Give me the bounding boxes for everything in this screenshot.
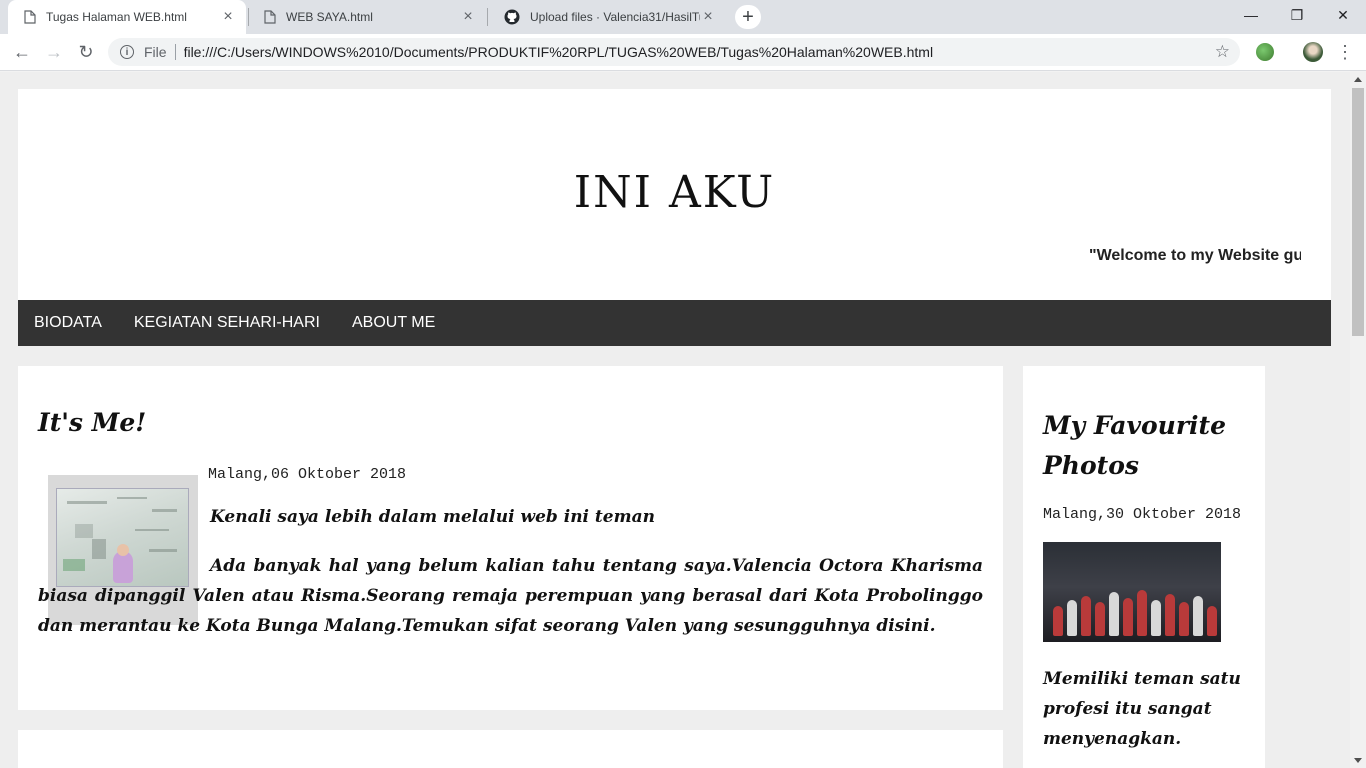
close-icon: ✕ [1337,6,1349,23]
post-date: Malang,06 Oktober 2018 [208,466,407,483]
extension-globe-icon[interactable] [1256,43,1274,61]
arrow-right-icon: → [45,41,63,62]
scroll-up-icon[interactable] [1354,77,1362,82]
post-lead: Kenali saya lebih dalam melalui web ini … [210,507,655,527]
close-icon[interactable]: × [460,8,476,25]
new-tab-button[interactable]: + [735,5,761,29]
close-icon[interactable]: × [220,8,236,25]
sidebar-date: Malang,30 Oktober 2018 [1043,506,1242,523]
file-icon [24,10,36,24]
reload-button[interactable]: ↻ [72,38,100,66]
menu-icon[interactable]: ⋮ [1336,42,1354,63]
tab-title: WEB SAYA.html [286,10,373,24]
arrow-left-icon: ← [13,41,31,62]
info-icon[interactable]: i [120,45,134,59]
scroll-down-icon[interactable] [1354,758,1362,763]
github-icon [504,9,520,25]
divider [174,44,176,60]
minimize-button[interactable]: — [1228,0,1274,30]
scheme-label: File [144,44,167,60]
sidebar-title: My Favourite Photos [1043,411,1226,480]
group-photo [1043,542,1221,642]
close-window-button[interactable]: ✕ [1320,0,1366,30]
scrollbar-thumb[interactable] [1352,88,1364,336]
page-scrollbar[interactable] [1350,72,1366,768]
marquee-text: "Welcome to my Website gu [1089,247,1301,264]
welcome-marquee: "Welcome to my Website gu [1058,247,1301,265]
post-body: Ada banyak hal yang belum kalian tahu te… [38,556,983,636]
close-icon[interactable]: × [700,8,716,25]
second-post [18,730,1003,768]
tab-title: Tugas Halaman WEB.html [46,10,187,24]
maximize-button[interactable]: ❐ [1274,0,1320,30]
tab-web-saya[interactable]: WEB SAYA.html × [248,0,486,34]
nav-item-kegiatan[interactable]: KEGIATAN SEHARI-HARI [118,314,336,332]
site-header: INI AKU "Welcome to my Website gu [18,89,1331,300]
profile-avatar-icon[interactable] [1303,42,1323,62]
main-post: It's Me! Malang,06 Oktober 2018 Kenali s… [18,366,1003,710]
tab-title: Upload files · Valencia31/HasilTugas [530,10,700,24]
tab-strip: Tugas Halaman WEB.html × WEB SAYA.html ×… [0,0,1366,34]
maximize-icon: ❐ [1290,6,1304,23]
tab-tugas-halaman[interactable]: Tugas Halaman WEB.html × [8,0,246,34]
star-icon[interactable]: ☆ [1215,42,1230,62]
main-navbar: BIODATA KEGIATAN SEHARI-HARI ABOUT ME [18,300,1331,346]
post-title: It's Me! [38,408,147,437]
browser-toolbar: ← → ↻ i File file:///C:/Users/WINDOWS%20… [0,34,1366,71]
plus-icon: + [742,6,754,28]
minimize-icon: — [1244,7,1258,23]
file-icon [264,10,276,24]
page-viewport: INI AKU "Welcome to my Website gu BIODAT… [0,72,1350,768]
nav-item-biodata[interactable]: BIODATA [18,314,118,332]
sidebar-widget: My Favourite Photos Malang,30 Oktober 20… [1023,366,1265,768]
nav-item-about-me[interactable]: ABOUT ME [336,314,451,332]
tab-github-upload[interactable]: Upload files · Valencia31/HasilTugas × [488,0,726,34]
address-bar[interactable]: i File file:///C:/Users/WINDOWS%2010/Doc… [108,38,1240,66]
forward-button[interactable]: → [40,38,68,66]
url-text[interactable]: file:///C:/Users/WINDOWS%2010/Documents/… [184,44,1215,60]
site-title: INI AKU [573,167,776,218]
reload-icon: ↻ [78,41,94,62]
back-button[interactable]: ← [8,38,36,66]
sidebar-caption: Memiliki teman satu profesi itu sangat m… [1043,669,1241,749]
